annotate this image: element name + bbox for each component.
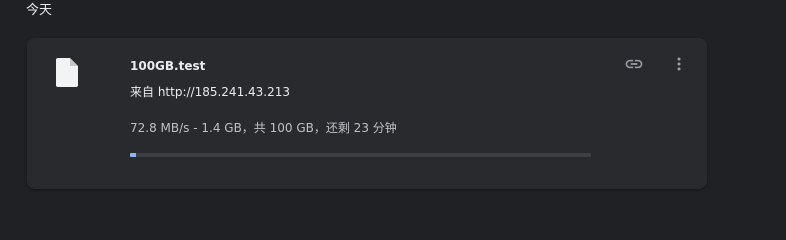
- download-status-text: 72.8 MB/s - 1.4 GB，共 100 GB，还剩 23 分钟: [130, 121, 397, 135]
- copy-link-button[interactable]: [622, 54, 646, 78]
- download-progress-bar: [130, 153, 591, 157]
- downloads-page: 今天 100GB.test 来自 http://185.241.43.213 7…: [0, 0, 786, 200]
- file-name-link[interactable]: 100GB.test: [130, 58, 205, 74]
- more-actions-button[interactable]: [667, 54, 691, 78]
- download-progress-fill: [130, 153, 137, 157]
- file-icon: [56, 58, 78, 87]
- file-source-url[interactable]: 来自 http://185.241.43.213: [130, 84, 290, 100]
- more-vert-icon: [669, 54, 689, 78]
- link-icon: [624, 54, 644, 78]
- date-section-heading: 今天: [26, 3, 53, 18]
- download-item-card: 100GB.test 来自 http://185.241.43.213 72.8…: [27, 38, 707, 189]
